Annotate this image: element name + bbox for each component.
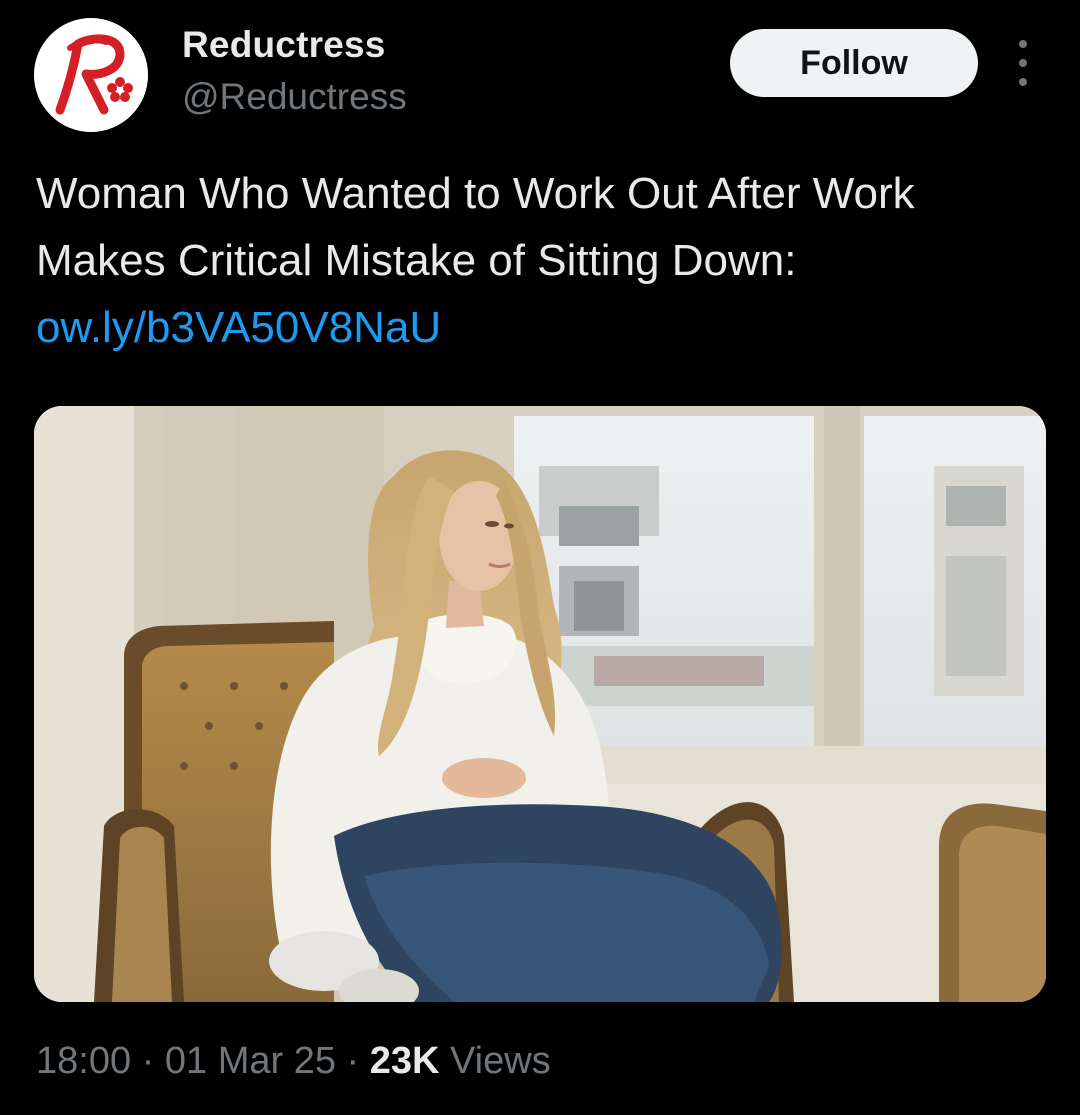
more-dot	[1019, 59, 1027, 67]
tweet-body: Woman Who Wanted to Work Out After Work …	[36, 169, 927, 285]
avatar[interactable]	[34, 18, 148, 132]
tweet-time[interactable]: 18:00	[36, 1040, 131, 1082]
more-dot	[1019, 78, 1027, 86]
tweet-meta: 18:00 · 01 Mar 25 · 23K Views	[36, 1040, 551, 1083]
follow-button[interactable]: Follow	[730, 29, 978, 97]
display-name[interactable]: Reductress	[182, 24, 386, 66]
meta-separator: ·	[335, 1040, 370, 1082]
more-vertical-icon[interactable]	[1008, 40, 1038, 86]
tweet-photo[interactable]	[34, 406, 1046, 1002]
tweet-text: Woman Who Wanted to Work Out After Work …	[36, 160, 1026, 361]
tweet-header: Reductress @Reductress Follow	[0, 0, 1080, 150]
more-dot	[1019, 40, 1027, 48]
user-handle[interactable]: @Reductress	[182, 76, 407, 118]
views-label: Views	[439, 1040, 551, 1082]
meta-separator: ·	[131, 1040, 165, 1082]
reductress-logo-icon	[34, 18, 148, 132]
tweet-date[interactable]: 01 Mar 25	[165, 1040, 336, 1082]
tweet-link[interactable]: ow.ly/b3VA50V8NaU	[36, 303, 441, 352]
views-count[interactable]: 23K	[370, 1040, 440, 1082]
photo-woman-in-armchair	[34, 406, 1046, 1002]
